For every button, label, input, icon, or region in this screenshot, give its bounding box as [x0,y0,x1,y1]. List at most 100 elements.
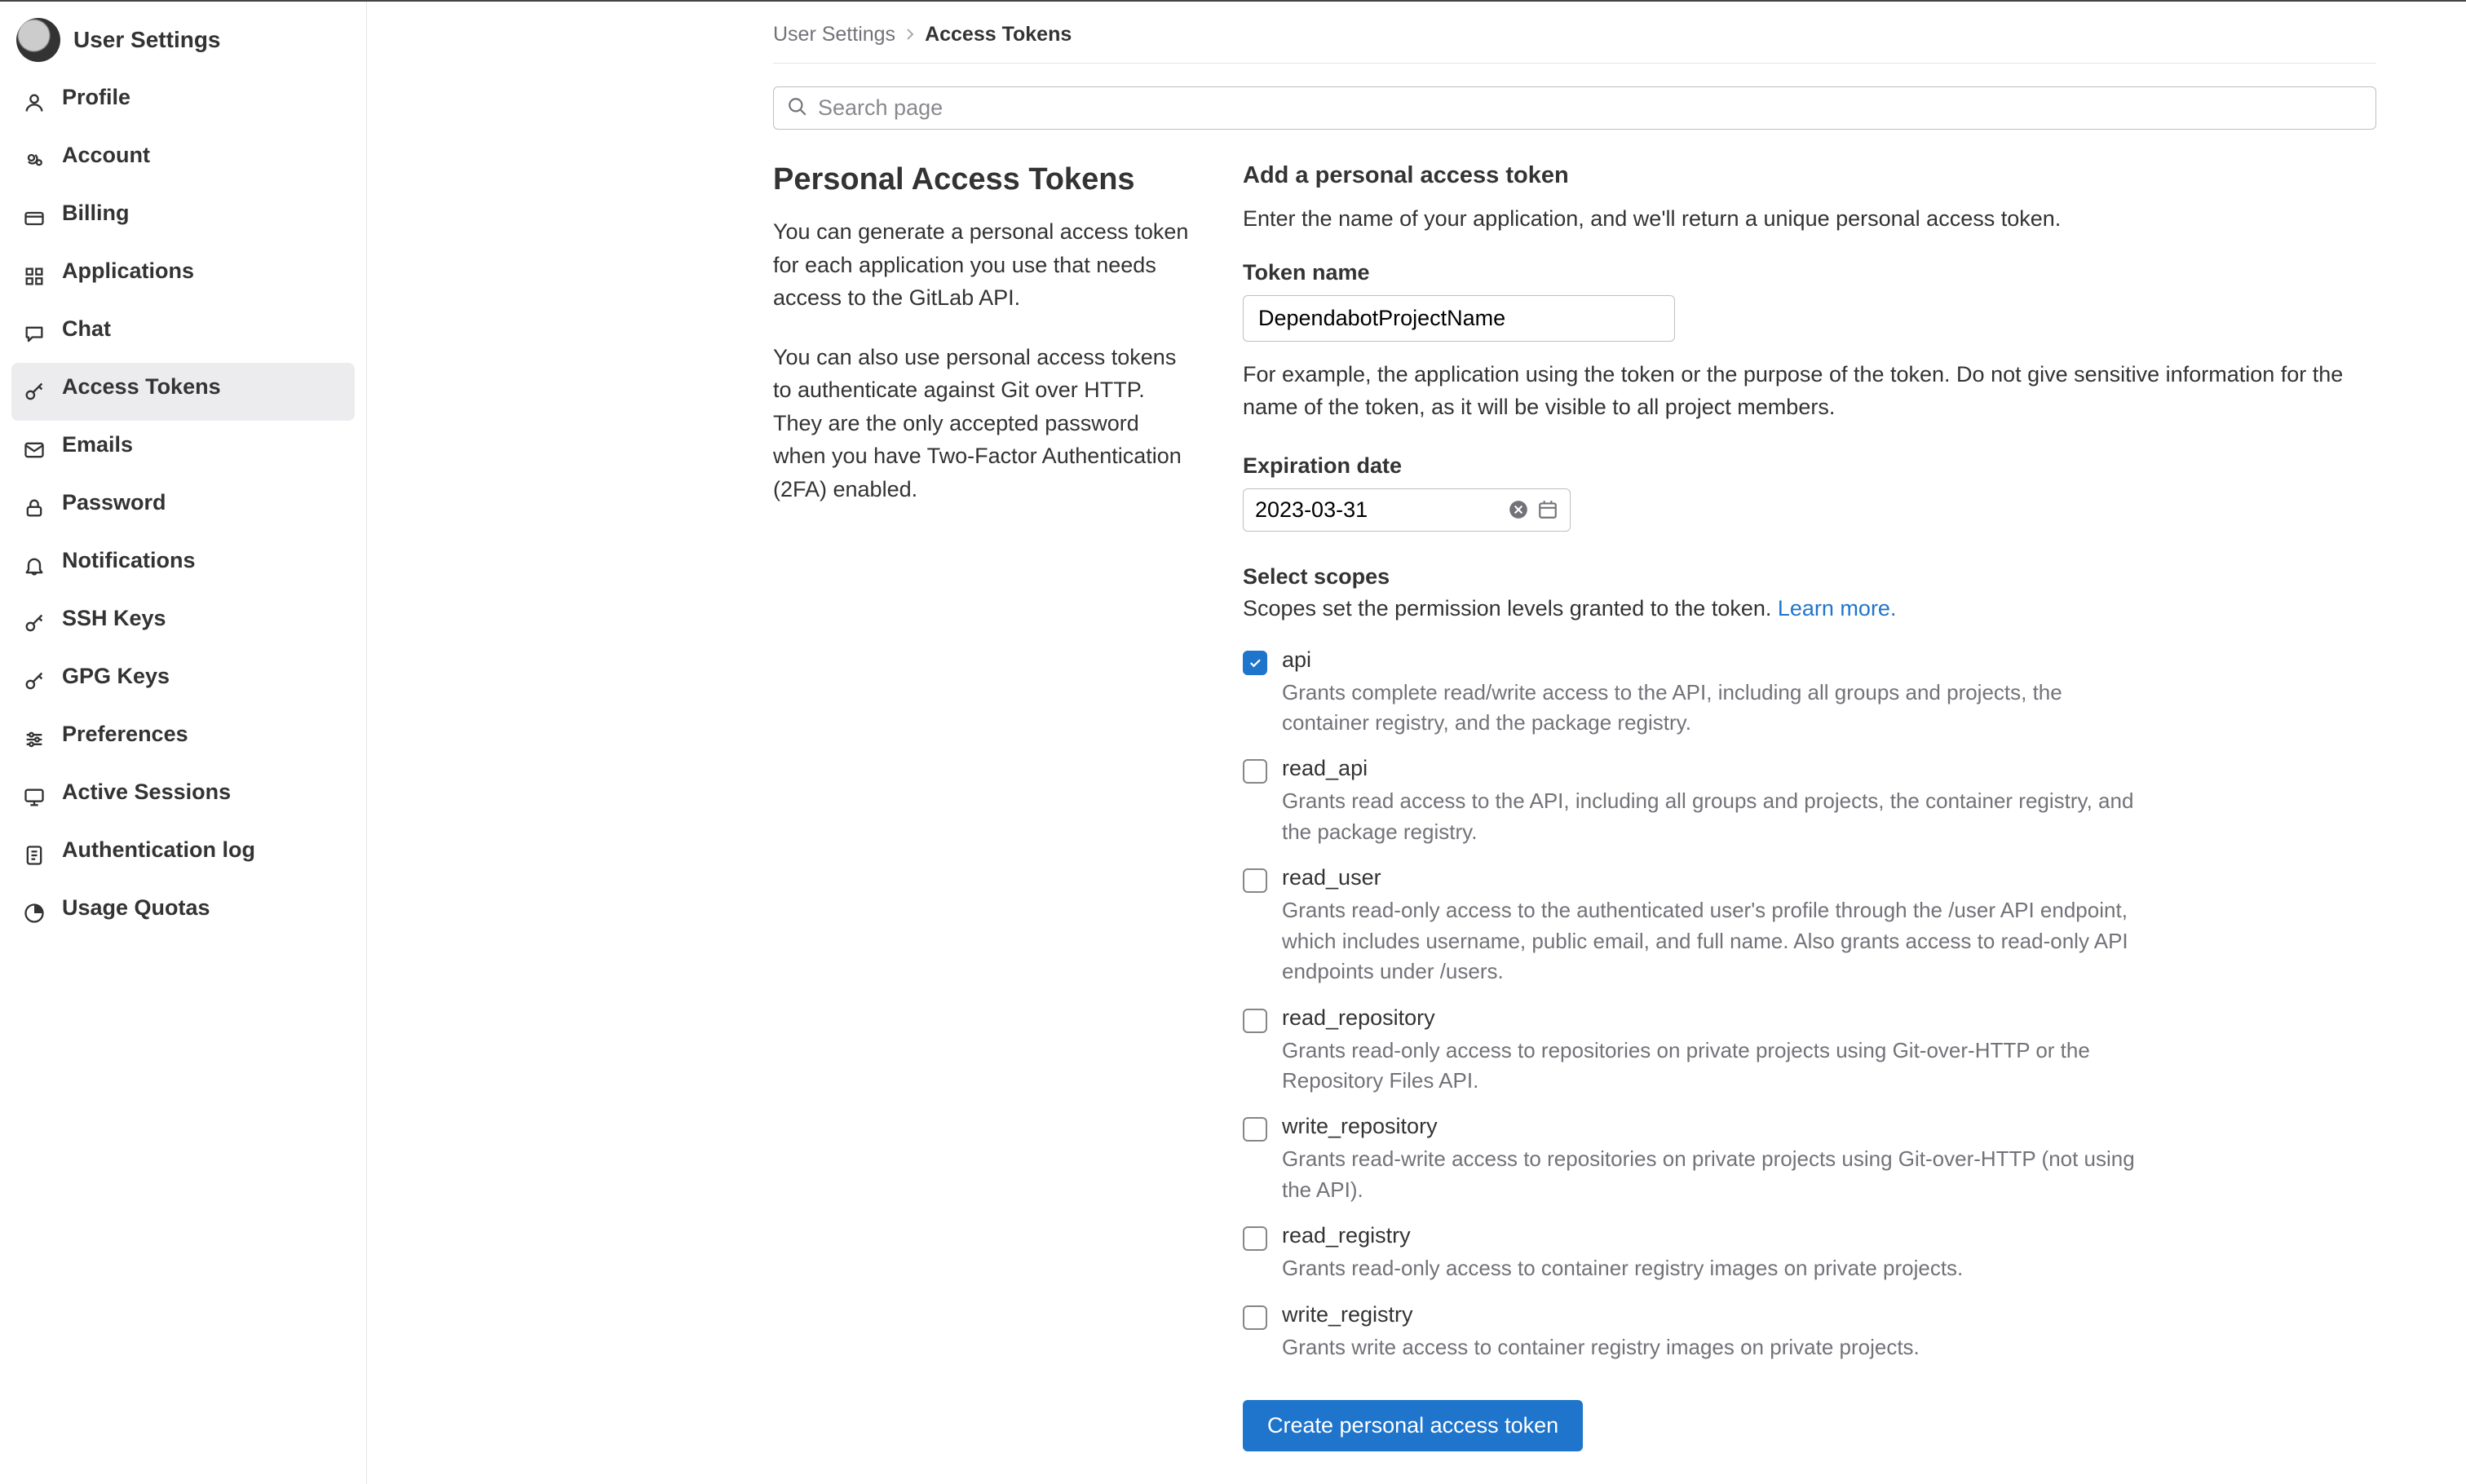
chat-icon [23,323,46,346]
log-icon [23,844,46,867]
sidebar-item-label: Emails [62,432,133,457]
chevron-right-icon [904,23,917,46]
scope-description: Grants read access to the API, including… [1282,786,2138,847]
preferences-icon [23,728,46,751]
scope-item-write_registry: write_registryGrants write access to con… [1243,1297,2376,1376]
sidebar-title: User Settings [73,27,221,53]
scope-description: Grants read-only access to the authentic… [1282,895,2138,987]
scope-checkbox-read_registry[interactable] [1243,1226,1267,1251]
token-name-input[interactable] [1243,295,1675,342]
form-intro: Enter the name of your application, and … [1243,202,2376,236]
scope-checkbox-read_api[interactable] [1243,759,1267,784]
expiration-date-input[interactable] [1255,497,1500,523]
scope-checkbox-read_user[interactable] [1243,868,1267,893]
sidebar-item-preferences[interactable]: Preferences [11,710,355,768]
breadcrumb: User Settings Access Tokens [773,23,2376,64]
scope-name: write_repository [1282,1114,2138,1139]
token-name-help: For example, the application using the t… [1243,358,2376,424]
billing-icon [23,207,46,230]
scope-checkbox-api[interactable] [1243,651,1267,675]
scope-name: read_api [1282,756,2138,781]
calendar-icon[interactable] [1537,499,1558,520]
scope-name: read_repository [1282,1005,2138,1031]
bell-icon [23,554,46,577]
page-title: Personal Access Tokens [773,162,1197,197]
token-name-label: Token name [1243,260,2376,285]
sidebar-item-label: Profile [62,85,130,110]
breadcrumb-current: Access Tokens [925,23,1072,46]
scope-description: Grants complete read/write access to the… [1282,678,2138,739]
applications-icon [23,265,46,288]
avatar[interactable] [16,18,60,62]
scope-name: api [1282,647,2138,673]
sidebar-item-account[interactable]: Account [11,131,355,189]
search-input[interactable] [818,95,2362,121]
sidebar-item-label: Access Tokens [62,374,221,400]
scope-item-read_api: read_api Grants read access to the API, i… [1243,751,2376,860]
mail-icon [23,439,46,462]
main-content: User Settings Access Tokens Personal Acc… [367,2,2466,1484]
sidebar-item-authentication-log[interactable]: Authentication log [11,826,355,884]
key-icon [23,670,46,693]
user-icon [23,91,46,114]
scopes-intro: Scopes set the permission levels granted… [1243,596,2376,621]
scope-item-read_repository: read_repository Grants read-only access t… [1243,1000,2376,1110]
sidebar: User Settings Profile Account Billing Appli… [0,2,367,1484]
sidebar-item-emails[interactable]: Emails [11,421,355,479]
sidebar-item-billing[interactable]: Billing [11,189,355,247]
create-token-button[interactable]: Create personal access token [1243,1400,1583,1451]
sidebar-item-active-sessions[interactable]: Active Sessions [11,768,355,826]
scope-description: Grants read-only access to repositories … [1282,1036,2138,1097]
description-column: Personal Access Tokens You can generate … [773,162,1197,1451]
account-icon [23,149,46,172]
scope-name: read_user [1282,865,2138,890]
clear-date-button[interactable] [1508,499,1529,520]
learn-more-link[interactable]: Learn more. [1778,596,1897,621]
sidebar-item-label: Preferences [62,722,188,747]
sidebar-item-label: GPG Keys [62,664,170,689]
form-column: Add a personal access token Enter the na… [1243,162,2376,1451]
sidebar-item-access-tokens[interactable]: Access Tokens [11,363,355,421]
sidebar-item-gpg-keys[interactable]: GPG Keys [11,652,355,710]
scope-checkbox-write_repository[interactable] [1243,1117,1267,1142]
expiration-date-label: Expiration date [1243,453,2376,479]
quota-icon [23,902,46,925]
form-heading: Add a personal access token [1243,162,2376,189]
sidebar-item-label: Usage Quotas [62,895,210,921]
sidebar-item-ssh-keys[interactable]: SSH Keys [11,594,355,652]
sidebar-header: User Settings [11,13,355,73]
lock-icon [23,497,46,519]
sidebar-item-label: Billing [62,201,130,226]
sidebar-item-chat[interactable]: Chat [11,305,355,363]
sidebar-item-password[interactable]: Password [11,479,355,537]
sidebar-item-label: Account [62,143,150,168]
key-icon [23,612,46,635]
sidebar-item-notifications[interactable]: Notifications [11,537,355,594]
key-icon [23,381,46,404]
search-box[interactable] [773,86,2376,130]
sidebar-item-label: Chat [62,316,111,342]
scope-description: Grants read-only access to container reg… [1282,1253,1963,1283]
sidebar-item-label: SSH Keys [62,606,166,631]
breadcrumb-root[interactable]: User Settings [773,23,895,46]
scope-item-api: api Grants complete read/write access to … [1243,643,2376,752]
scope-checkbox-write_registry[interactable] [1243,1305,1267,1330]
monitor-icon [23,786,46,809]
scope-item-write_repository: write_repository Grants read-write access… [1243,1109,2376,1218]
scope-checkbox-read_repository[interactable] [1243,1009,1267,1033]
sidebar-item-label: Active Sessions [62,780,231,805]
scope-description: Grants read-write access to repositories… [1282,1144,2138,1205]
scope-name: read_registry [1282,1223,1963,1248]
sidebar-item-usage-quotas[interactable]: Usage Quotas [11,884,355,942]
scopes-heading: Select scopes [1243,564,2376,590]
scope-description: Grants write access to container registr… [1282,1332,1920,1363]
sidebar-item-applications[interactable]: Applications [11,247,355,305]
expiration-date-field[interactable] [1243,488,1571,532]
sidebar-item-label: Applications [62,258,194,284]
sidebar-item-profile[interactable]: Profile [11,73,355,131]
sidebar-item-label: Notifications [62,548,196,573]
description-paragraph-2: You can also use personal access tokens … [773,341,1197,506]
description-paragraph-1: You can generate a personal access token… [773,215,1197,315]
sidebar-item-label: Password [62,490,166,515]
scope-item-read_registry: read_registry Grants read-only access to … [1243,1218,2376,1296]
